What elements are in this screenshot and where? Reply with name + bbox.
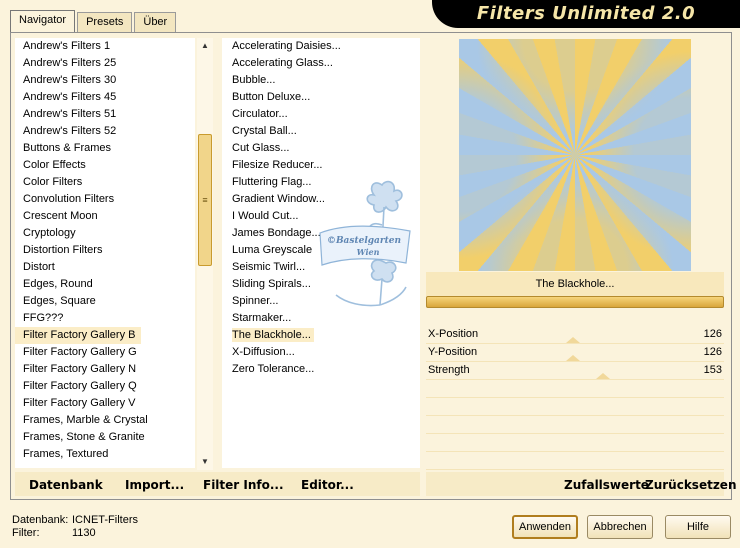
category-item[interactable]: Buttons & Frames — [15, 140, 195, 157]
category-list[interactable]: Andrew's Filters 1 Andrew's Filters 25 A… — [15, 38, 195, 468]
status-area: Datenbank: ICNET-Filters Filter: 1130 — [12, 514, 138, 540]
category-item[interactable]: Andrew's Filters 1 — [15, 38, 195, 55]
category-item[interactable]: Filter Factory Gallery V — [15, 395, 195, 412]
preview-image — [459, 39, 691, 271]
param-x-position[interactable]: X-Position 126 — [426, 326, 724, 344]
filter-item[interactable]: Accelerating Glass... — [222, 55, 420, 72]
filter-item[interactable]: Zero Tolerance... — [222, 361, 420, 378]
category-item[interactable]: Andrew's Filters 52 — [15, 123, 195, 140]
category-item[interactable]: Convolution Filters — [15, 191, 195, 208]
status-db-value: ICNET-Filters — [72, 514, 138, 526]
filter-item[interactable]: Filesize Reducer... — [222, 157, 420, 174]
filter-name-bar — [426, 296, 724, 308]
parameter-panel: X-Position 126 Y-Position 126 Strength 1… — [426, 326, 724, 470]
filter-item-selected[interactable]: The Blackhole... — [222, 327, 420, 344]
category-item-selected[interactable]: Filter Factory Gallery B — [15, 327, 142, 344]
filter-item[interactable]: Cut Glass... — [222, 140, 420, 157]
param-strength[interactable]: Strength 153 — [426, 362, 724, 380]
param-empty-row — [426, 452, 724, 470]
scrollbar-thumb[interactable]: ≡ — [198, 134, 212, 266]
param-label: X-Position — [428, 328, 479, 340]
category-item[interactable]: Distortion Filters — [15, 242, 195, 259]
watermark-line2: Wien — [357, 247, 380, 257]
filter-item[interactable]: Bubble... — [222, 72, 420, 89]
category-item[interactable]: FFG??? — [15, 310, 195, 327]
param-empty-row — [426, 398, 724, 416]
import-button[interactable]: Import... — [125, 478, 184, 492]
status-filter-label: Filter: — [12, 527, 40, 539]
category-item[interactable]: Frames, Marble & Crystal — [15, 412, 195, 429]
tab-about[interactable]: Über — [134, 12, 177, 32]
param-empty-row — [426, 416, 724, 434]
param-slider-marker[interactable] — [596, 373, 610, 379]
category-item[interactable]: Andrew's Filters 45 — [15, 89, 195, 106]
category-item[interactable]: Frames, Textured — [15, 446, 195, 463]
param-label: Y-Position — [428, 346, 478, 358]
category-scrollbar[interactable]: ▲ ≡ ▼ — [197, 38, 213, 470]
category-item[interactable]: Edges, Round — [15, 276, 195, 293]
tab-navigator[interactable]: Navigator — [10, 10, 76, 32]
category-item[interactable]: Distort — [15, 259, 195, 276]
param-value: 153 — [703, 364, 722, 376]
filter-item[interactable]: Accelerating Daisies... — [222, 38, 420, 55]
category-item[interactable]: Andrew's Filters 30 — [15, 72, 195, 89]
watermark-line1: ©Bastelgarten — [327, 236, 401, 246]
param-value: 126 — [703, 346, 722, 358]
filter-item[interactable]: Crystal Ball... — [222, 123, 420, 140]
category-item[interactable]: Edges, Square — [15, 293, 195, 310]
reset-button[interactable]: Zurücksetzen — [645, 478, 736, 492]
param-y-position[interactable]: Y-Position 126 — [426, 344, 724, 362]
scroll-up-icon[interactable]: ▲ — [197, 38, 213, 54]
preview-filter-name: The Blackhole... — [426, 272, 724, 296]
apply-button[interactable]: Anwenden — [512, 515, 578, 539]
parameter-toolbar: Zufallswerte Zurücksetzen — [426, 472, 736, 496]
help-button[interactable]: Hilfe — [665, 515, 731, 539]
category-item[interactable]: Cryptology — [15, 225, 195, 242]
randomize-button[interactable]: Zufallswerte — [564, 478, 649, 492]
param-empty-row — [426, 380, 724, 398]
filter-item[interactable]: X-Diffusion... — [222, 344, 420, 361]
database-button[interactable]: Datenbank — [29, 478, 103, 492]
param-slider-marker[interactable] — [566, 355, 580, 361]
category-item[interactable]: Color Filters — [15, 174, 195, 191]
app-title: Filters Unlimited 2.0 — [432, 0, 740, 28]
filter-item[interactable]: Button Deluxe... — [222, 89, 420, 106]
param-value: 126 — [703, 328, 722, 340]
param-slider-marker[interactable] — [566, 337, 580, 343]
category-item[interactable]: Andrew's Filters 51 — [15, 106, 195, 123]
category-item[interactable]: Filter Factory Gallery Q — [15, 378, 195, 395]
status-filter-value: 1130 — [72, 527, 96, 539]
cancel-button[interactable]: Abbrechen — [587, 515, 653, 539]
scroll-down-icon[interactable]: ▼ — [197, 454, 213, 470]
category-item[interactable]: Filter Factory Gallery N — [15, 361, 195, 378]
category-item[interactable]: Crescent Moon — [15, 208, 195, 225]
filter-item[interactable]: Circulator... — [222, 106, 420, 123]
status-db-label: Datenbank: — [12, 514, 69, 526]
editor-button[interactable]: Editor... — [301, 478, 354, 492]
filter-item-selected-label: The Blackhole... — [232, 328, 314, 342]
param-empty-row — [426, 434, 724, 452]
filter-info-button[interactable]: Filter Info... — [203, 478, 284, 492]
watermark-logo: ©Bastelgarten Wien — [319, 180, 411, 307]
database-toolbar: Datenbank Import... Filter Info... Edito… — [15, 472, 420, 496]
tab-bar: Navigator Presets Über — [10, 10, 177, 32]
category-item[interactable]: Filter Factory Gallery G — [15, 344, 195, 361]
category-item[interactable]: Andrew's Filters 25 — [15, 55, 195, 72]
tab-presets[interactable]: Presets — [77, 12, 133, 32]
category-item[interactable]: Color Effects — [15, 157, 195, 174]
param-label: Strength — [428, 364, 470, 376]
category-item[interactable]: Frames, Stone & Granite — [15, 429, 195, 446]
